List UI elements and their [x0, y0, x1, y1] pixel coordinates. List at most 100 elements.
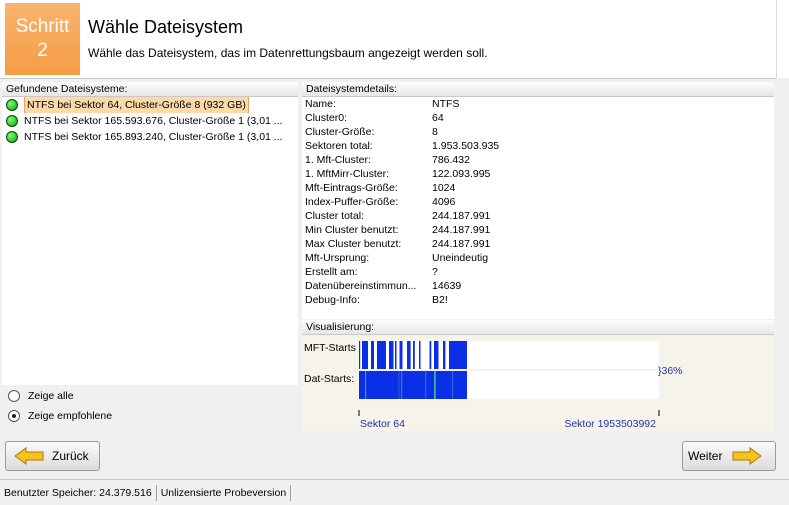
status-bar: Benutzter Speicher: 24.379.516 Unlizensi…	[0, 479, 789, 505]
dat-stripe	[452, 371, 454, 399]
detail-label: Debug-Info:	[305, 294, 360, 306]
mft-bar	[413, 341, 415, 369]
detail-row: Debug-Info: B2!	[302, 293, 774, 307]
detail-value: 4096	[432, 196, 456, 208]
detail-row: Cluster-Größe: 8	[302, 125, 774, 139]
dat-stripe	[401, 371, 403, 399]
step-badge: Schritt 2	[5, 3, 80, 75]
detail-row: Cluster total: 244.187.991	[302, 209, 774, 223]
detail-label: Erstellt am:	[305, 266, 358, 278]
detail-value: 14639	[432, 280, 462, 292]
mft-bar	[399, 341, 403, 369]
mft-bar	[434, 341, 439, 369]
mft-track	[359, 341, 659, 369]
detail-value: 8	[432, 126, 438, 138]
mft-starts-label: MFT-Starts	[304, 342, 356, 354]
detail-label: Cluster-Größe:	[305, 126, 375, 138]
sector-end-label: Sektor 1953503992	[564, 418, 656, 430]
details-table: Name: NTFS Cluster0: 64 Cluster-Größe: 8 Sekto…	[302, 97, 774, 319]
detail-row: Mft-Eintrags-Größe: 1024	[302, 181, 774, 195]
detail-value: B2!	[432, 294, 448, 306]
mft-bar	[429, 341, 432, 369]
detail-value: Uneindeutig	[432, 252, 489, 264]
detail-row: Name: NTFS	[302, 97, 774, 111]
detail-label: Index-Puffer-Größe:	[305, 196, 399, 208]
radio-show-recommended[interactable]: Zeige empfohlene	[2, 406, 298, 426]
mft-bar	[389, 341, 394, 369]
status-ok-icon	[6, 131, 18, 143]
filter-radio-group: Zeige alle Zeige empfohlene	[2, 386, 298, 431]
detail-row: Datenübereinstimmun... 14639	[302, 279, 774, 293]
detail-row: Min Cluster benutzt: 244.187.991	[302, 223, 774, 237]
detail-value: 244.187.991	[432, 224, 491, 236]
detail-label: Cluster total:	[305, 210, 364, 222]
step-number: 2	[37, 40, 48, 61]
detail-row: Cluster0: 64	[302, 111, 774, 125]
mft-bar	[407, 341, 411, 369]
mft-bar	[362, 341, 368, 369]
detail-label: 1. MftMirr-Cluster:	[305, 168, 389, 180]
dat-stripe	[398, 371, 400, 399]
detail-label: Min Cluster benutzt:	[305, 224, 399, 236]
visualization-canvas: MFT-Starts Dat-Starts: }36% Sektor 64 Se…	[304, 341, 683, 430]
back-button[interactable]: Zurück	[5, 441, 100, 471]
filesystem-item[interactable]: NTFS bei Sektor 165.593.676, Cluster-Grö…	[2, 113, 298, 129]
detail-label: Sektoren total:	[305, 140, 373, 152]
detail-row: Mft-Ursprung: Uneindeutig	[302, 251, 774, 265]
detail-value: 244.187.991	[432, 238, 491, 250]
visualization-title: Visualisierung:	[302, 320, 774, 335]
detail-label: Max Cluster benutzt:	[305, 238, 402, 250]
dat-fill-bar	[359, 371, 467, 399]
status-ok-icon	[6, 115, 18, 127]
detail-value: 1024	[432, 182, 456, 194]
radio-show-all[interactable]: Zeige alle	[2, 386, 298, 406]
detail-value: 64	[432, 112, 444, 124]
dat-stripe	[425, 371, 427, 399]
header-scrollbar[interactable]	[776, 0, 789, 78]
filesystem-item[interactable]: NTFS bei Sektor 165.893.240, Cluster-Grö…	[2, 129, 298, 145]
memory-usage: Benutzter Speicher: 24.379.516	[0, 484, 157, 501]
dat-starts-label: Dat-Starts:	[304, 373, 354, 385]
mft-bar	[419, 341, 421, 369]
detail-row: 1. Mft-Cluster: 786.432	[302, 153, 774, 167]
mft-bar	[377, 341, 386, 369]
radio-icon	[8, 390, 20, 402]
radio-checked-icon	[8, 410, 20, 422]
detail-value: NTFS	[432, 98, 460, 110]
detail-row: Index-Puffer-Größe: 4096	[302, 195, 774, 209]
mft-bar	[443, 341, 446, 369]
status-ok-icon	[6, 99, 18, 111]
detail-label: Mft-Ursprung:	[305, 252, 370, 264]
detail-value: 244.187.991	[432, 210, 491, 222]
mft-bar	[449, 341, 467, 369]
mft-bar	[371, 341, 374, 369]
next-button[interactable]: Weiter	[682, 441, 776, 471]
step-label: Schritt	[15, 16, 70, 37]
details-panel-title: Dateisystemdetails:	[302, 82, 774, 97]
detail-row: Erstellt am:?	[302, 265, 774, 279]
page-title: Wähle Dateisystem	[88, 17, 244, 37]
mft-bar	[395, 341, 397, 369]
filesystem-item[interactable]: NTFS bei Sektor 64, Cluster-Größe 8 (932…	[2, 97, 298, 113]
detail-row: Max Cluster benutzt: 244.187.991	[302, 237, 774, 251]
detail-value: ?	[432, 266, 438, 278]
visualization-panel: MFT-Starts Dat-Starts: }36% Sektor 64 Se…	[302, 336, 774, 431]
filesystem-list: NTFS bei Sektor 64, Cluster-Größe 8 (932…	[2, 97, 298, 385]
detail-label: 1. Mft-Cluster:	[305, 154, 371, 166]
page-subtitle: Wähle das Dateisystem, das im Datenrettu…	[88, 46, 488, 60]
detail-label: Mft-Eintrags-Größe:	[305, 182, 398, 194]
wizard-header: Schritt 2 Wähle Dateisystem Wähle das Da…	[0, 0, 776, 79]
detail-label: Cluster0:	[305, 112, 348, 124]
detail-label: Name:	[305, 98, 336, 110]
detail-row: 1. MftMirr-Cluster: 122.093.995	[302, 167, 774, 181]
dat-stripe	[434, 371, 436, 399]
mft-bar	[359, 341, 361, 369]
fill-percent: }36%	[658, 365, 683, 377]
license-status: Unlizensierte Probeversion	[157, 484, 292, 501]
detail-label: Datenübereinstimmun...	[305, 280, 417, 292]
arrow-right-icon	[732, 447, 763, 465]
detail-value: 122.093.995	[432, 168, 491, 180]
detail-value: 1.953.503.935	[432, 140, 500, 152]
dat-stripe	[365, 371, 367, 399]
filesystems-panel-title: Gefundene Dateisysteme:	[2, 82, 298, 97]
